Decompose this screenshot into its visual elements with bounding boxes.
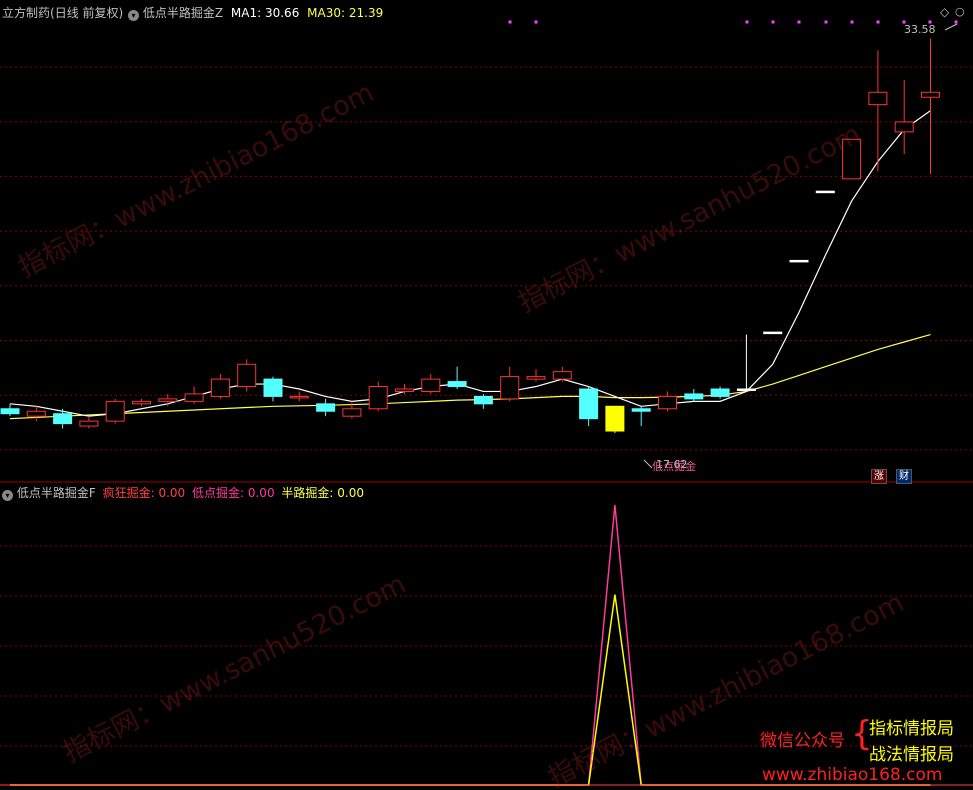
- candle-body: [473, 395, 493, 405]
- candle-body: [0, 408, 20, 415]
- candle-body: [26, 410, 46, 417]
- series1-value: 0.00: [158, 486, 186, 500]
- high-price-label: 33.58: [904, 23, 936, 36]
- signal-dot: [508, 20, 512, 24]
- candle-body: [342, 408, 362, 417]
- candle-body: [894, 121, 914, 133]
- series2-value: 0.00: [247, 486, 275, 500]
- candle-body: [184, 393, 204, 402]
- candle-body: [395, 388, 414, 392]
- candle-body: [736, 388, 756, 391]
- stock-title: 立方制药(日线 前复权): [2, 6, 123, 20]
- candle-body: [316, 403, 336, 412]
- candle-body: [237, 363, 257, 388]
- ma30-label: MA30:: [307, 6, 346, 20]
- circle-icon[interactable]: ○: [955, 5, 965, 18]
- high-arrow: [944, 23, 958, 31]
- candle-body: [815, 190, 835, 194]
- candle-body: [421, 378, 441, 392]
- promo-name2: 战法情报局: [869, 745, 954, 765]
- signal-dot: [824, 20, 828, 24]
- indicator-top-name: 低点半路掘金Z: [142, 6, 224, 20]
- chart-canvas[interactable]: [0, 0, 973, 790]
- candle-body: [368, 386, 388, 410]
- diamond-icon[interactable]: ◇: [940, 5, 949, 19]
- candle-body: [79, 420, 99, 427]
- series1-label: 疯狂掘金:: [102, 486, 155, 500]
- promo-url[interactable]: www.zhibiao168.com: [762, 765, 942, 785]
- sub-panel-header[interactable]: ▾ 低点半路掘金F 疯狂掘金: 0.00 低点掘金: 0.00 半路掘金: 0.…: [2, 486, 364, 501]
- series3-label: 半路掘金:: [281, 486, 334, 500]
- candle-body: [500, 376, 520, 400]
- signal-dot: [954, 20, 958, 24]
- period-label: (日线 前复权): [50, 6, 124, 20]
- signal-text-label: 低点掘金: [652, 460, 696, 473]
- promo-name1: 指标情报局: [869, 719, 954, 739]
- stock-name: 立方制药: [2, 6, 51, 20]
- candle-body: [132, 400, 151, 405]
- ma1-value: 30.66: [264, 6, 300, 20]
- ma30-line: [9, 334, 931, 420]
- chevron-down-icon[interactable]: ▾: [2, 490, 13, 501]
- sub-indicator-name: 低点半路掘金F: [16, 486, 96, 500]
- candle-body: [579, 388, 599, 420]
- candle-body: [263, 378, 283, 397]
- candle-body: [921, 91, 940, 98]
- promo-wechat: 微信公众号: [760, 731, 845, 751]
- candle-body: [526, 376, 546, 380]
- candle-body: [789, 259, 809, 263]
- candle-body: [605, 405, 625, 432]
- signal-dot: [797, 20, 801, 24]
- badge-zhang[interactable]: 涨: [871, 469, 887, 484]
- series3-value: 0.00: [337, 486, 364, 500]
- candle-body: [53, 413, 73, 425]
- ma1-label: MA1:: [230, 6, 262, 20]
- low-arrow: [643, 459, 653, 469]
- badge-cai[interactable]: 财: [896, 469, 912, 484]
- ma30-value: 21.39: [348, 6, 384, 20]
- signal-dot: [534, 20, 538, 24]
- candle-body: [105, 400, 125, 422]
- candle-body: [289, 395, 309, 399]
- signal-dot: [850, 20, 854, 24]
- chevron-down-icon[interactable]: ▾: [128, 10, 139, 21]
- candle-body: [631, 408, 651, 412]
- stock-chart-window: 立方制药(日线 前复权) ▾ 低点半路掘金Z MA1: 30.66 MA30: …: [0, 0, 973, 790]
- indicator-selector[interactable]: ▾ 低点半路掘金Z MA1: 30.66 MA30: 21.39: [128, 6, 383, 21]
- candle-body: [447, 381, 467, 388]
- candle-body: [684, 393, 704, 400]
- candle-body: [710, 388, 730, 397]
- candle-body: [552, 371, 572, 380]
- candle-body: [658, 395, 677, 410]
- signal-dot: [876, 20, 880, 24]
- candle-body: [868, 91, 888, 106]
- signal-dot: [745, 20, 749, 24]
- series2-label: 低点掘金:: [191, 486, 245, 500]
- candle-body: [210, 378, 230, 397]
- signal-dot: [771, 20, 775, 24]
- candle-body: [763, 331, 783, 335]
- candle-body: [158, 398, 178, 402]
